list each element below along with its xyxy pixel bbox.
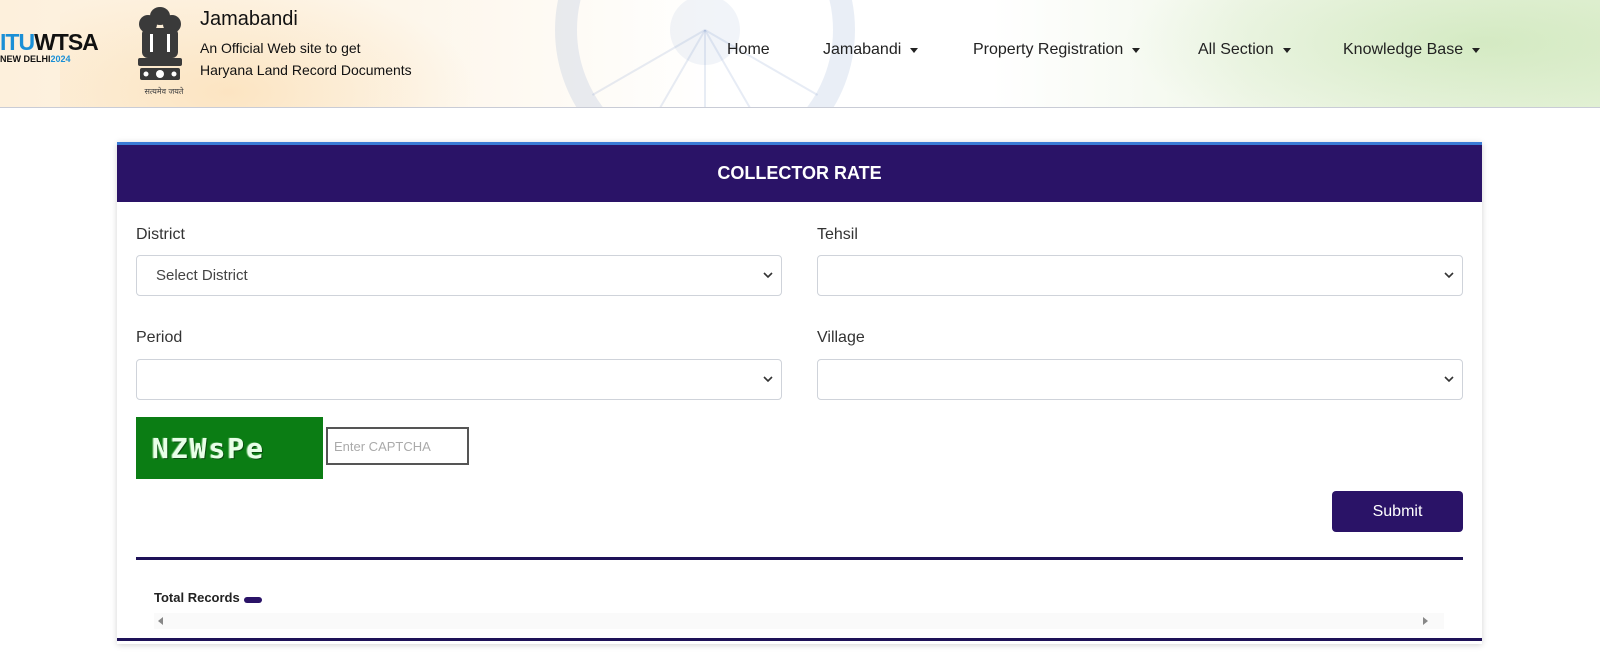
district-label: District	[136, 226, 185, 243]
scroll-left-icon[interactable]	[158, 617, 163, 625]
itu-logo-city: NEW DELHI	[0, 54, 51, 64]
caret-down-icon	[910, 47, 919, 53]
total-records-label: Total Records	[154, 590, 240, 605]
itu-logo-part1: ITU	[0, 29, 35, 55]
nav-knowledge-base-label: Knowledge Base	[1343, 41, 1464, 58]
section-divider	[136, 557, 1463, 560]
site-subtitle-line1: An Official Web site to get	[200, 40, 361, 56]
scroll-right-icon[interactable]	[1423, 617, 1428, 625]
caret-down-icon	[1472, 47, 1481, 53]
nav-knowledge-base[interactable]: Knowledge Base	[1343, 40, 1481, 60]
village-label: Village	[817, 329, 865, 346]
tehsil-label: Tehsil	[817, 226, 858, 243]
district-select-value: Select District	[156, 267, 248, 284]
chevron-down-icon	[763, 272, 773, 279]
caret-down-icon	[1132, 47, 1141, 53]
nav-all-section-label: All Section	[1198, 41, 1274, 58]
card-title: COLLECTOR RATE	[117, 145, 1482, 202]
table-bottom-border	[117, 638, 1482, 641]
nav-property-registration[interactable]: Property Registration	[973, 40, 1141, 60]
itu-logo-part2: WTSA	[34, 29, 99, 55]
submit-button[interactable]: Submit	[1332, 491, 1463, 532]
chevron-down-icon	[763, 376, 773, 383]
captcha-image: NZWsPe	[136, 417, 323, 479]
caret-down-icon	[1282, 47, 1291, 53]
captcha-input[interactable]	[326, 427, 469, 465]
nav-home-label: Home	[727, 41, 770, 58]
district-select[interactable]: Select District	[136, 255, 782, 296]
site-title: Jamabandi	[200, 8, 298, 30]
period-label: Period	[136, 329, 183, 346]
nav-property-registration-label: Property Registration	[973, 41, 1124, 58]
nav-all-section[interactable]: All Section	[1198, 40, 1291, 60]
captcha-code: NZWsPe	[152, 431, 266, 465]
itu-wtsa-logo[interactable]: ITUWTSA NEW DELHI2024	[0, 29, 99, 64]
nav-home[interactable]: Home	[727, 40, 770, 60]
nav-jamabandi[interactable]: Jamabandi	[823, 40, 919, 60]
emblem-motto: सत्यमेव जयते	[144, 87, 184, 96]
chakra-spoke	[704, 30, 706, 107]
total-records-badge	[244, 597, 262, 603]
itu-logo-year: 2024	[50, 54, 71, 64]
national-emblem-icon	[138, 7, 182, 80]
period-select[interactable]	[136, 359, 782, 400]
site-header: ITUWTSA NEW DELHI2024 सत्यमेव जयते Jamab…	[0, 0, 1600, 108]
village-select[interactable]	[817, 359, 1463, 400]
horizontal-scrollbar[interactable]	[154, 613, 1444, 629]
chevron-down-icon	[1444, 376, 1454, 383]
site-subtitle-line2: Haryana Land Record Documents	[200, 62, 412, 78]
nav-jamabandi-label: Jamabandi	[823, 41, 902, 58]
chevron-down-icon	[1444, 272, 1454, 279]
tehsil-select[interactable]	[817, 255, 1463, 296]
